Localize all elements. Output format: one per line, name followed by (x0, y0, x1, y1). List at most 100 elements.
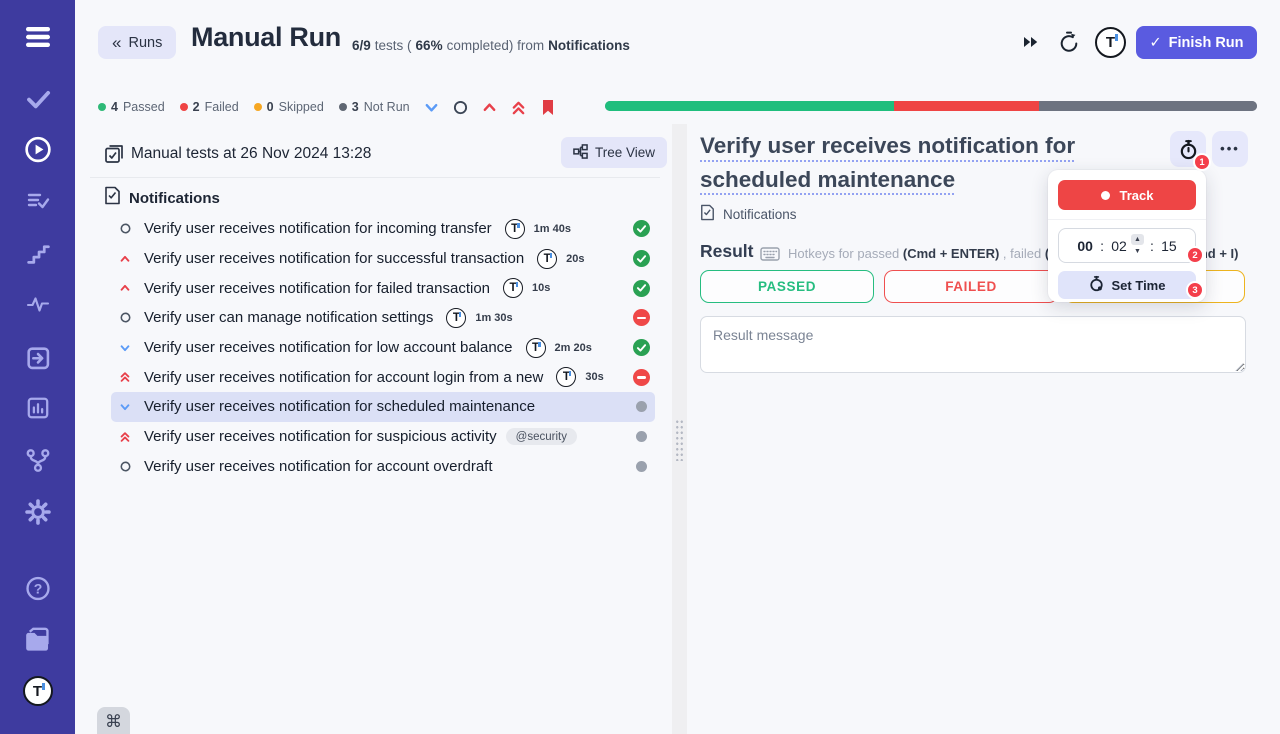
test-row[interactable]: Verify user receives notification for ac… (111, 362, 655, 392)
record-dot-icon (1100, 190, 1110, 200)
priority-icon (118, 461, 132, 472)
minutes-stepper: ▲ ▼ (1131, 234, 1144, 257)
retry-timer-icon[interactable] (1058, 30, 1080, 57)
import-icon[interactable] (24, 344, 52, 372)
test-row[interactable]: Verify user receives notification for fa… (111, 273, 655, 303)
stepper-up-icon[interactable]: ▲ (1131, 234, 1144, 245)
cmd-shortcut-badge[interactable]: ⌘ (97, 707, 130, 734)
menu-icon[interactable] (23, 24, 53, 50)
analytics-icon[interactable] (25, 395, 51, 421)
verdict-failed-button[interactable]: FAILED (884, 270, 1058, 303)
hours-value[interactable]: 00 (1076, 238, 1094, 254)
double-chevron-up-filter-icon[interactable] (510, 99, 527, 116)
status-dot-icon (179, 103, 188, 111)
pane-resizer[interactable] (672, 124, 687, 734)
progress-segment-failed (894, 101, 1040, 111)
chevron-up-filter-icon[interactable] (481, 99, 498, 116)
plans-icon[interactable] (24, 189, 51, 213)
test-title: Verify user receives notification for lo… (144, 339, 513, 357)
minutes-value[interactable]: 02 (1110, 238, 1128, 254)
test-row[interactable]: Verify user can manage notification sett… (111, 303, 655, 333)
stat-passed: 4 Passed (98, 100, 165, 114)
test-row[interactable]: Verify user receives notification for lo… (111, 333, 655, 363)
time-input[interactable]: 00 : 02 ▲ ▼ : 15 (1058, 228, 1196, 263)
testomat-badge-icon: T (537, 248, 558, 269)
tree-view-button[interactable]: Tree View (561, 137, 668, 168)
test-title: Verify user receives notification for su… (144, 250, 525, 268)
page-title: Manual Run (191, 22, 341, 52)
file-check-icon (700, 204, 715, 224)
pulse-icon[interactable] (25, 292, 51, 316)
help-icon[interactable]: ? (24, 575, 51, 602)
divider (90, 177, 660, 178)
testomat-badge-icon: T (525, 337, 546, 358)
steps-icon[interactable] (25, 241, 50, 266)
status-dot-icon (98, 103, 106, 111)
priority-icon (118, 370, 132, 384)
testomat-badge-icon: T (446, 307, 467, 328)
test-row[interactable]: Verify user receives notification for su… (111, 422, 655, 452)
testomat-badge-icon: T (504, 218, 525, 239)
tests-icon[interactable] (24, 85, 51, 112)
notrun-dot-icon (636, 460, 647, 472)
chevron-down-filter-icon[interactable] (423, 99, 440, 116)
more-options-button[interactable]: ••• (1212, 131, 1248, 167)
passed-check-icon (633, 339, 650, 357)
step-badge-1: 1 (1193, 153, 1211, 171)
test-title: Verify user receives notification for ac… (144, 457, 493, 475)
branch-icon[interactable] (24, 447, 51, 474)
sidebar: ? T (0, 0, 75, 734)
clipboard-check-icon (103, 143, 125, 170)
notrun-dot-icon (636, 431, 647, 443)
set-time-button[interactable]: Set Time (1058, 271, 1196, 299)
settings-gear-icon[interactable] (24, 498, 52, 526)
failed-minus-icon (633, 368, 650, 386)
test-row[interactable]: Verify user receives notification for sc… (111, 392, 655, 422)
finish-run-button[interactable]: ✓ Finish Run (1136, 26, 1257, 59)
percent-completed: 66% (415, 38, 443, 53)
testomat-logo[interactable]: T (22, 676, 53, 706)
verdict-passed-button[interactable]: PASSED (700, 270, 874, 303)
tests-ratio: 6/9 (352, 38, 371, 53)
priority-icon (118, 223, 132, 234)
test-title: Verify user receives notification for su… (144, 428, 497, 446)
run-subtitle: 6/9 tests ( 66% completed) from Notifica… (352, 38, 630, 53)
testomat-badge-icon[interactable]: T (1095, 27, 1126, 58)
test-title: Verify user receives notification for ac… (144, 368, 544, 386)
stat-notrun: 3 Not Run (338, 100, 410, 114)
status-dot-icon (338, 103, 347, 111)
test-title: Verify user receives notification for in… (144, 220, 492, 238)
seconds-value[interactable]: 15 (1160, 238, 1178, 254)
track-button[interactable]: Track (1058, 180, 1196, 210)
test-row[interactable]: Verify user receives notification for in… (111, 214, 655, 244)
test-row[interactable]: Verify user receives notification for ac… (111, 452, 655, 482)
runs-icon[interactable] (23, 135, 52, 164)
run-stats: 4 Passed 2 Failed 0 Skipped 3 Not Run (98, 100, 410, 114)
result-message-input[interactable] (700, 316, 1246, 373)
priority-icon (118, 282, 132, 294)
duration-label: 20s (566, 252, 585, 265)
duration-label: 10s (532, 282, 551, 295)
progress-segment-notrun (1039, 101, 1257, 111)
breadcrumb[interactable]: Notifications (700, 204, 797, 224)
test-list: Verify user receives notification for in… (90, 214, 662, 481)
priority-icon (118, 342, 132, 354)
stepper-down-icon[interactable]: ▼ (1131, 246, 1144, 257)
circle-filter-icon[interactable] (452, 99, 469, 116)
bookmark-filter-icon[interactable] (539, 99, 556, 116)
drag-handle-icon (675, 419, 684, 461)
projects-folder-icon[interactable] (23, 627, 52, 653)
progress-bar (605, 101, 1257, 111)
priority-icon (118, 401, 132, 413)
result-label: Result (700, 241, 754, 261)
step-badge-2: 2 (1186, 246, 1204, 264)
testomat-badge-icon: T (556, 367, 577, 388)
keyboard-icon (760, 246, 780, 261)
duration-label: 30s (585, 371, 604, 384)
suite-group-row[interactable]: Notifications (104, 186, 220, 210)
test-row[interactable]: Verify user receives notification for su… (111, 244, 655, 274)
fast-forward-icon[interactable] (1022, 35, 1040, 52)
back-to-runs-button[interactable]: « Runs (98, 26, 177, 59)
double-chevron-left-icon: « (112, 33, 122, 52)
failed-minus-icon (633, 309, 650, 327)
